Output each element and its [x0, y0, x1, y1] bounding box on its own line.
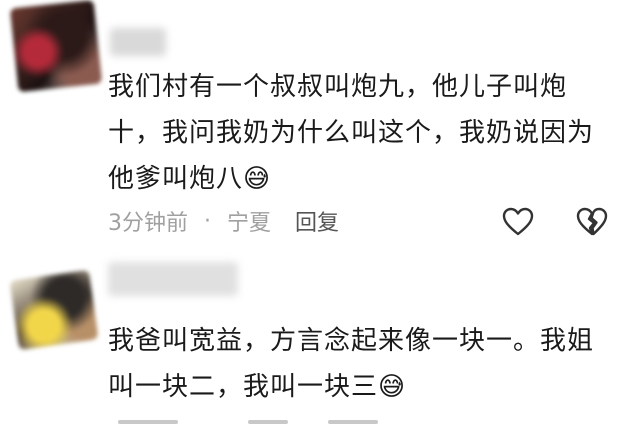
comment-location: 宁夏	[227, 211, 272, 236]
reply-button[interactable]: 回复	[295, 205, 339, 237]
meta-separator: ·	[204, 208, 211, 234]
comment-time: 3分钟前	[108, 211, 188, 236]
comment-line: 十，我问我奶为什么叫这个，我奶说因为	[108, 118, 595, 148]
heart-icon	[502, 207, 534, 236]
comment-text: 我爸叫宽益，方言念起来像一块一。我姐 叫一块二，我叫一块三😅	[108, 318, 608, 410]
comment-line: 他爹叫炮八	[108, 164, 244, 194]
cropped-meta-fragment	[118, 420, 178, 424]
cropped-meta-fragment	[248, 420, 288, 424]
avatar[interactable]	[9, 0, 103, 93]
cropped-meta-fragment	[328, 420, 378, 424]
comment-line: 叫一块二，我叫一块三	[108, 372, 379, 402]
sweat-smile-emoji-icon: 😅	[243, 164, 272, 194]
username-blurred[interactable]	[110, 28, 166, 56]
comment-actions	[500, 204, 610, 240]
like-button[interactable]	[500, 204, 536, 240]
broken-heart-icon	[576, 207, 608, 236]
avatar[interactable]	[9, 269, 99, 351]
comment-meta: 3分钟前 · 宁夏 回复	[108, 204, 339, 238]
comment-line: 我爸叫宽益，方言念起来像一块一。我姐	[108, 326, 595, 356]
dislike-button[interactable]	[574, 204, 610, 240]
comment-text: 我们村有一个叔叔叫炮九，他儿子叫炮 十，我问我奶为什么叫这个，我奶说因为 他爹叫…	[108, 64, 608, 202]
username-blurred[interactable]	[108, 262, 238, 296]
comment-line: 我们村有一个叔叔叫炮九，他儿子叫炮	[108, 72, 568, 102]
sweat-smile-emoji-icon: 😅	[378, 372, 407, 402]
